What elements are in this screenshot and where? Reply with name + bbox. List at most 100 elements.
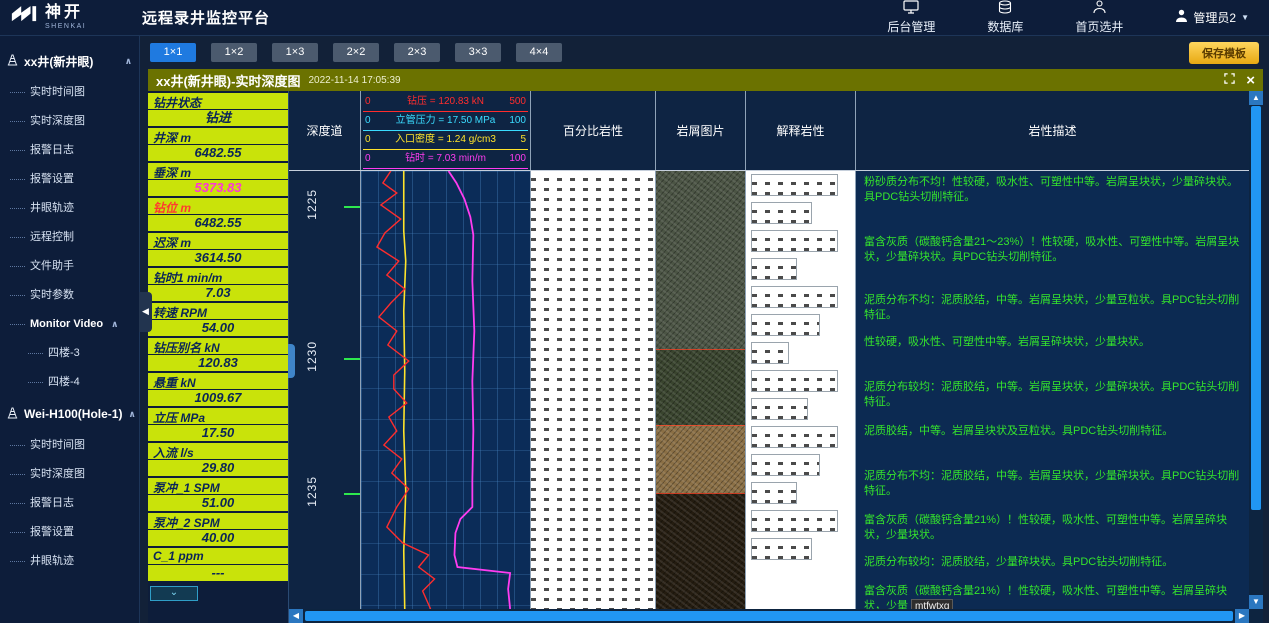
param-well-depth[interactable]: 井深 m 6482.55 <box>148 128 288 161</box>
panel-timestamp: 2022-11-14 17:05:39 <box>308 75 400 86</box>
expand-icon[interactable] <box>1224 71 1235 89</box>
legend-rop[interactable]: 0 钻时 = 7.03 min/m 100 <box>363 150 528 169</box>
legend-standpipe-pressure[interactable]: 0 立管压力 = 17.50 MPa 100 <box>363 112 528 131</box>
sidebar-item-alarm-log-2[interactable]: 报警日志 <box>0 489 139 518</box>
scroll-left-icon[interactable]: ◀ <box>289 609 303 623</box>
param-hook-load[interactable]: 悬重 kN 1009.67 <box>148 373 288 406</box>
layout-button-1x2[interactable]: 1×2 <box>211 43 257 62</box>
well-title: Wei-H100(Hole-1) <box>24 407 122 421</box>
sidebar-item-realtime-time-chart-2[interactable]: 实时时间图 <box>0 431 139 460</box>
chevron-down-icon: ⌄ <box>170 587 178 598</box>
save-template-button[interactable]: 保存模板 <box>1189 42 1259 64</box>
lithology-block <box>751 342 789 364</box>
vertical-scrollbar-track[interactable] <box>1249 511 1263 595</box>
param-standpipe-pressure[interactable]: 立压 MPa 17.50 <box>148 408 288 441</box>
sidebar-group-monitor-video[interactable]: Monitor Video ∧ <box>0 310 139 339</box>
sidebar-item-camera-4f-3[interactable]: 四楼-3 <box>0 339 139 368</box>
sidebar-item-camera-4f-4[interactable]: 四楼-4 <box>0 368 139 397</box>
param-label: 泵冲_2 SPM <box>148 513 288 529</box>
param-value: 120.83 <box>148 354 288 371</box>
param-rpm[interactable]: 转速 RPM 54.00 <box>148 303 288 336</box>
layout-button-1x1[interactable]: 1×1 <box>150 43 196 62</box>
cursor-tooltip-badge: mtfwtxg <box>911 599 953 609</box>
scroll-down-icon[interactable]: ▼ <box>1249 595 1263 609</box>
legend-wob[interactable]: 0 钻压 = 120.83 kN 500 <box>363 93 528 112</box>
parameter-panel: 钻井状态 钻进 井深 m 6482.55 垂深 m 5373.83 钻位 m 6… <box>148 91 288 623</box>
param-label: 悬重 kN <box>148 373 288 389</box>
depth-chart-panel: xx井(新井眼)-实时深度图 2022-11-14 17:05:39 × 钻井状… <box>148 69 1263 623</box>
group-title: Monitor Video <box>30 310 103 339</box>
chevron-left-icon: ◀ <box>142 306 149 317</box>
sidebar-well-group-1[interactable]: xx井(新井眼) ∧ <box>0 44 139 78</box>
param-value: 17.50 <box>148 424 288 441</box>
param-panel-toggle[interactable]: ⌄ <box>150 586 198 601</box>
panel-title: xx井(新井眼)-实时深度图 <box>156 71 300 90</box>
sidebar-item-alarm-settings-2[interactable]: 报警设置 <box>0 518 139 547</box>
sidebar-item-well-trajectory[interactable]: 井眼轨迹 <box>0 194 139 223</box>
interpreted-lithology-column <box>746 171 856 609</box>
param-bit-position[interactable]: 钻位 m 6482.55 <box>148 198 288 231</box>
layout-button-3x3[interactable]: 3×3 <box>455 43 501 62</box>
sidebar-collapse-handle[interactable]: ◀ <box>139 292 152 332</box>
vertical-scrollbar-thumb[interactable] <box>1251 106 1261 510</box>
legend-text: 立管压力 = 17.50 MPa <box>396 115 496 126</box>
param-rop[interactable]: 钻时1 min/m 7.03 <box>148 268 288 301</box>
sidebar-item-realtime-depth-chart[interactable]: 实时深度图 <box>0 107 139 136</box>
description-paragraph: 泥质分布不均：泥质胶结，中等。岩屑呈块状，少量碎块状。具PDC钻头切削特征。 <box>864 469 1241 499</box>
collapse-caret-icon[interactable]: ∧ <box>111 310 118 339</box>
sidebar-item-realtime-depth-chart-2[interactable]: 实时深度图 <box>0 460 139 489</box>
param-wob[interactable]: 钻压别名 kN 120.83 <box>148 338 288 371</box>
layout-button-2x2[interactable]: 2×2 <box>333 43 379 62</box>
param-flow-in[interactable]: 入流 l/s 29.80 <box>148 443 288 476</box>
lithology-block <box>751 174 838 196</box>
sidebar-item-remote-control[interactable]: 远程控制 <box>0 223 139 252</box>
close-icon[interactable]: × <box>1246 73 1255 88</box>
cuttings-photo-segment-3 <box>656 425 745 493</box>
lithology-block <box>751 286 838 308</box>
param-tvd[interactable]: 垂深 m 5373.83 <box>148 163 288 196</box>
sidebar-item-realtime-time-chart[interactable]: 实时时间图 <box>0 78 139 107</box>
param-pump-stroke-2[interactable]: 泵冲_2 SPM 40.00 <box>148 513 288 546</box>
legend-inlet-density[interactable]: 0 入口密度 = 1.24 g/cm3 5 <box>363 131 528 150</box>
param-label: C_1 ppm <box>148 548 288 564</box>
sidebar-item-alarm-log[interactable]: 报警日志 <box>0 136 139 165</box>
depth-label: 1225 <box>305 189 319 220</box>
nav-well-select[interactable]: 首页选井 <box>1075 0 1123 35</box>
vertical-scrollbar[interactable]: ▲ ▼ <box>1249 91 1263 609</box>
layout-button-4x4[interactable]: 4×4 <box>516 43 562 62</box>
param-pump-stroke-1[interactable]: 泵冲_1 SPM 51.00 <box>148 478 288 511</box>
legend-min: 0 <box>365 112 371 130</box>
user-menu[interactable]: 管理员2 ▼ <box>1175 9 1249 26</box>
param-value: 40.00 <box>148 529 288 546</box>
sidebar-item-alarm-settings[interactable]: 报警设置 <box>0 165 139 194</box>
sidebar-item-well-trajectory-2[interactable]: 井眼轨迹 <box>0 547 139 576</box>
sidebar-well-group-2[interactable]: Wei-H100(Hole-1) ∧ <box>0 397 139 431</box>
param-label: 入流 l/s <box>148 443 288 459</box>
param-value: 29.80 <box>148 459 288 476</box>
scroll-right-icon[interactable]: ▶ <box>1235 609 1249 623</box>
cuttings-photo-segment-1 <box>656 171 745 349</box>
param-value: 钻进 <box>148 109 288 126</box>
param-lag-depth[interactable]: 迟深 m 3614.50 <box>148 233 288 266</box>
layout-button-2x3[interactable]: 2×3 <box>394 43 440 62</box>
layout-button-1x3[interactable]: 1×3 <box>272 43 318 62</box>
scroll-up-icon[interactable]: ▲ <box>1249 91 1263 105</box>
description-paragraph: 泥质胶结，中等。岩屑呈块状及豆粒状。具PDC钻头切削特征。 <box>864 424 1241 439</box>
collapse-caret-icon[interactable]: ∧ <box>128 409 135 420</box>
param-c1-gas[interactable]: C_1 ppm --- <box>148 548 288 581</box>
param-label: 垂深 m <box>148 163 288 179</box>
legend-min: 0 <box>365 93 371 111</box>
horizontal-scrollbar-thumb[interactable] <box>305 611 1233 621</box>
sidebar-item-realtime-params[interactable]: 实时参数 <box>0 281 139 310</box>
collapse-caret-icon[interactable]: ∧ <box>125 56 132 67</box>
chart-pane-handle[interactable] <box>288 344 295 378</box>
param-drill-state[interactable]: 钻井状态 钻进 <box>148 93 288 126</box>
sidebar-item-file-assistant[interactable]: 文件助手 <box>0 252 139 281</box>
lithology-block <box>751 258 797 280</box>
param-label: 泵冲_1 SPM <box>148 478 288 494</box>
horizontal-scrollbar[interactable]: ◀ ▶ <box>289 609 1249 623</box>
param-label: 钻位 m <box>148 198 288 214</box>
nav-admin-console[interactable]: 后台管理 <box>887 0 935 35</box>
derrick-icon <box>7 54 18 69</box>
nav-database[interactable]: 数据库 <box>987 0 1023 35</box>
